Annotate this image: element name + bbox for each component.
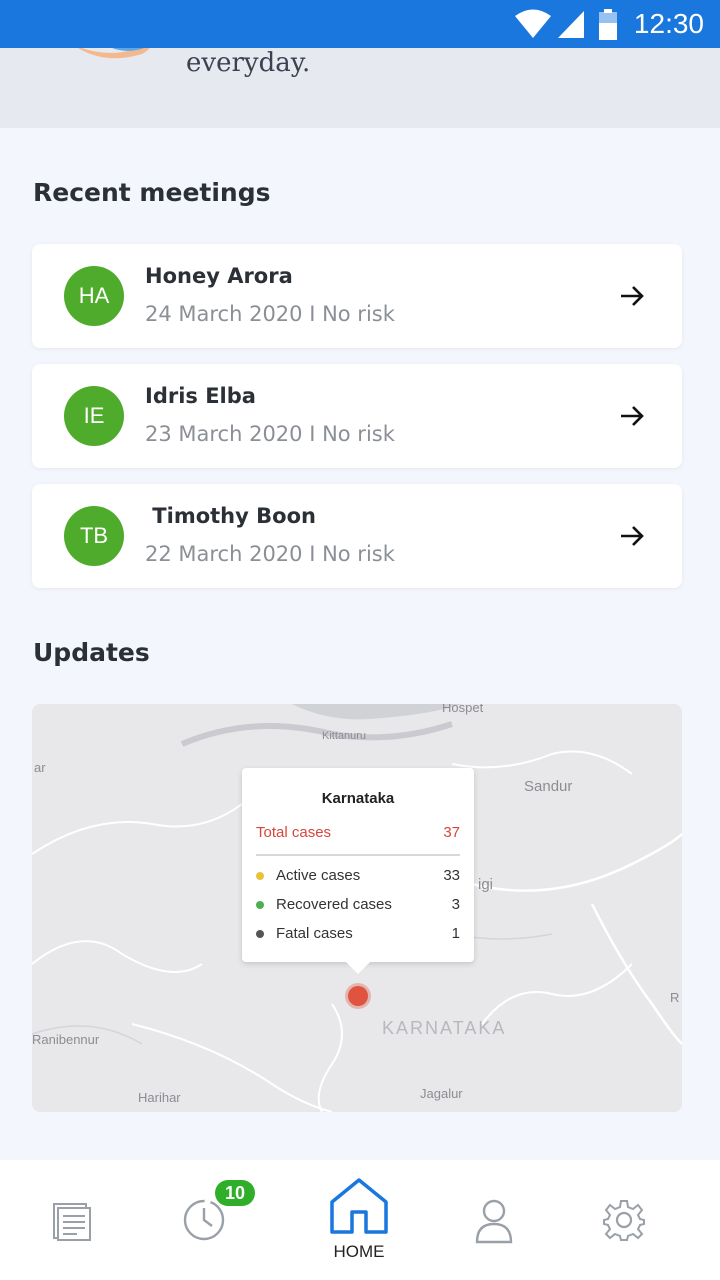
arrow-right-icon[interactable] — [618, 522, 646, 550]
meeting-name: Idris Elba — [145, 384, 256, 408]
map-place-label: ar — [34, 760, 46, 775]
popup-row-label: Fatal cases — [276, 925, 353, 942]
clock-icon — [183, 1199, 225, 1241]
map-marker[interactable] — [348, 986, 368, 1006]
map-place-label: Kittanuru — [322, 730, 367, 742]
map-place-label: R — [670, 990, 680, 1005]
nav-home[interactable] — [300, 1160, 420, 1280]
nav-settings[interactable] — [564, 1160, 684, 1280]
popup-row-recovered: Recovered cases 3 — [256, 896, 460, 913]
gear-icon — [603, 1200, 645, 1241]
popup-row-value: 3 — [451, 896, 460, 913]
map-place-label: Sandur — [524, 778, 573, 795]
signal-icon — [558, 11, 584, 38]
banner-text: everyday. — [186, 48, 311, 78]
nav-history[interactable] — [146, 1160, 266, 1280]
meeting-meta: 23 March 2020 I No risk — [145, 422, 395, 446]
map-place-label: igi — [478, 876, 494, 893]
home-icon — [330, 1178, 388, 1234]
nav-reports[interactable] — [12, 1160, 132, 1280]
nav-profile[interactable] — [434, 1160, 554, 1280]
popup-total-value: 37 — [443, 824, 460, 841]
popup-row-value: 33 — [443, 867, 460, 884]
map-popup: Karnataka Total cases 37 Active cases 33… — [242, 768, 474, 974]
legend-dot — [256, 872, 264, 881]
popup-total-label: Total cases — [256, 824, 332, 841]
popup-divider — [256, 854, 460, 856]
person-icon — [475, 1199, 513, 1244]
wifi-icon — [515, 9, 551, 38]
recent-meetings-title: Recent meetings — [33, 178, 271, 207]
map-place-label: Jagalur — [420, 1086, 463, 1101]
status-bar: 12:30 — [0, 0, 720, 48]
document-icon — [53, 1203, 91, 1241]
popup-row-label: Active cases — [276, 867, 361, 884]
notification-badge: 10 — [215, 1180, 255, 1206]
popup-row-fatal: Fatal cases 1 — [256, 925, 460, 942]
avatar: TB — [64, 506, 124, 566]
meeting-card[interactable]: HA Honey Arora 24 March 2020 I No risk — [32, 244, 682, 348]
hand-illustration — [78, 48, 150, 59]
map-place-label: KARNATAKA — [382, 1018, 507, 1038]
bottom-nav — [0, 1160, 720, 1280]
legend-dot — [256, 901, 264, 910]
map-place-label: Ranibennur — [32, 1032, 100, 1047]
arrow-right-icon[interactable] — [618, 402, 646, 430]
popup-total-row: Total cases 37 — [256, 824, 460, 841]
arrow-right-icon[interactable] — [618, 282, 646, 310]
popup-row-value: 1 — [451, 925, 460, 942]
nav-home-label: HOME — [333, 1242, 385, 1261]
meeting-meta: 24 March 2020 I No risk — [145, 302, 395, 326]
meeting-name: Timothy Boon — [145, 504, 316, 528]
meeting-meta: 22 March 2020 I No risk — [145, 542, 395, 566]
updates-title: Updates — [33, 638, 150, 667]
meeting-card[interactable]: TB Timothy Boon 22 March 2020 I No risk — [32, 484, 682, 588]
popup-row-label: Recovered cases — [276, 896, 392, 913]
status-time: 12:30 — [633, 8, 704, 39]
map-place-label: Hospet — [442, 704, 484, 715]
map-place-label: Harihar — [138, 1090, 181, 1105]
avatar: HA — [64, 266, 124, 326]
battery-icon — [599, 9, 617, 40]
banner: everyday. — [0, 48, 720, 128]
popup-title: Karnataka — [321, 790, 395, 807]
updates-map[interactable]: Hospet Kittanuru ar Sandur igi R KARNATA… — [32, 704, 682, 1112]
legend-dot — [256, 930, 264, 939]
popup-row-active: Active cases 33 — [256, 867, 460, 884]
avatar: IE — [64, 386, 124, 446]
meeting-name: Honey Arora — [145, 264, 293, 288]
meeting-card[interactable]: IE Idris Elba 23 March 2020 I No risk — [32, 364, 682, 468]
